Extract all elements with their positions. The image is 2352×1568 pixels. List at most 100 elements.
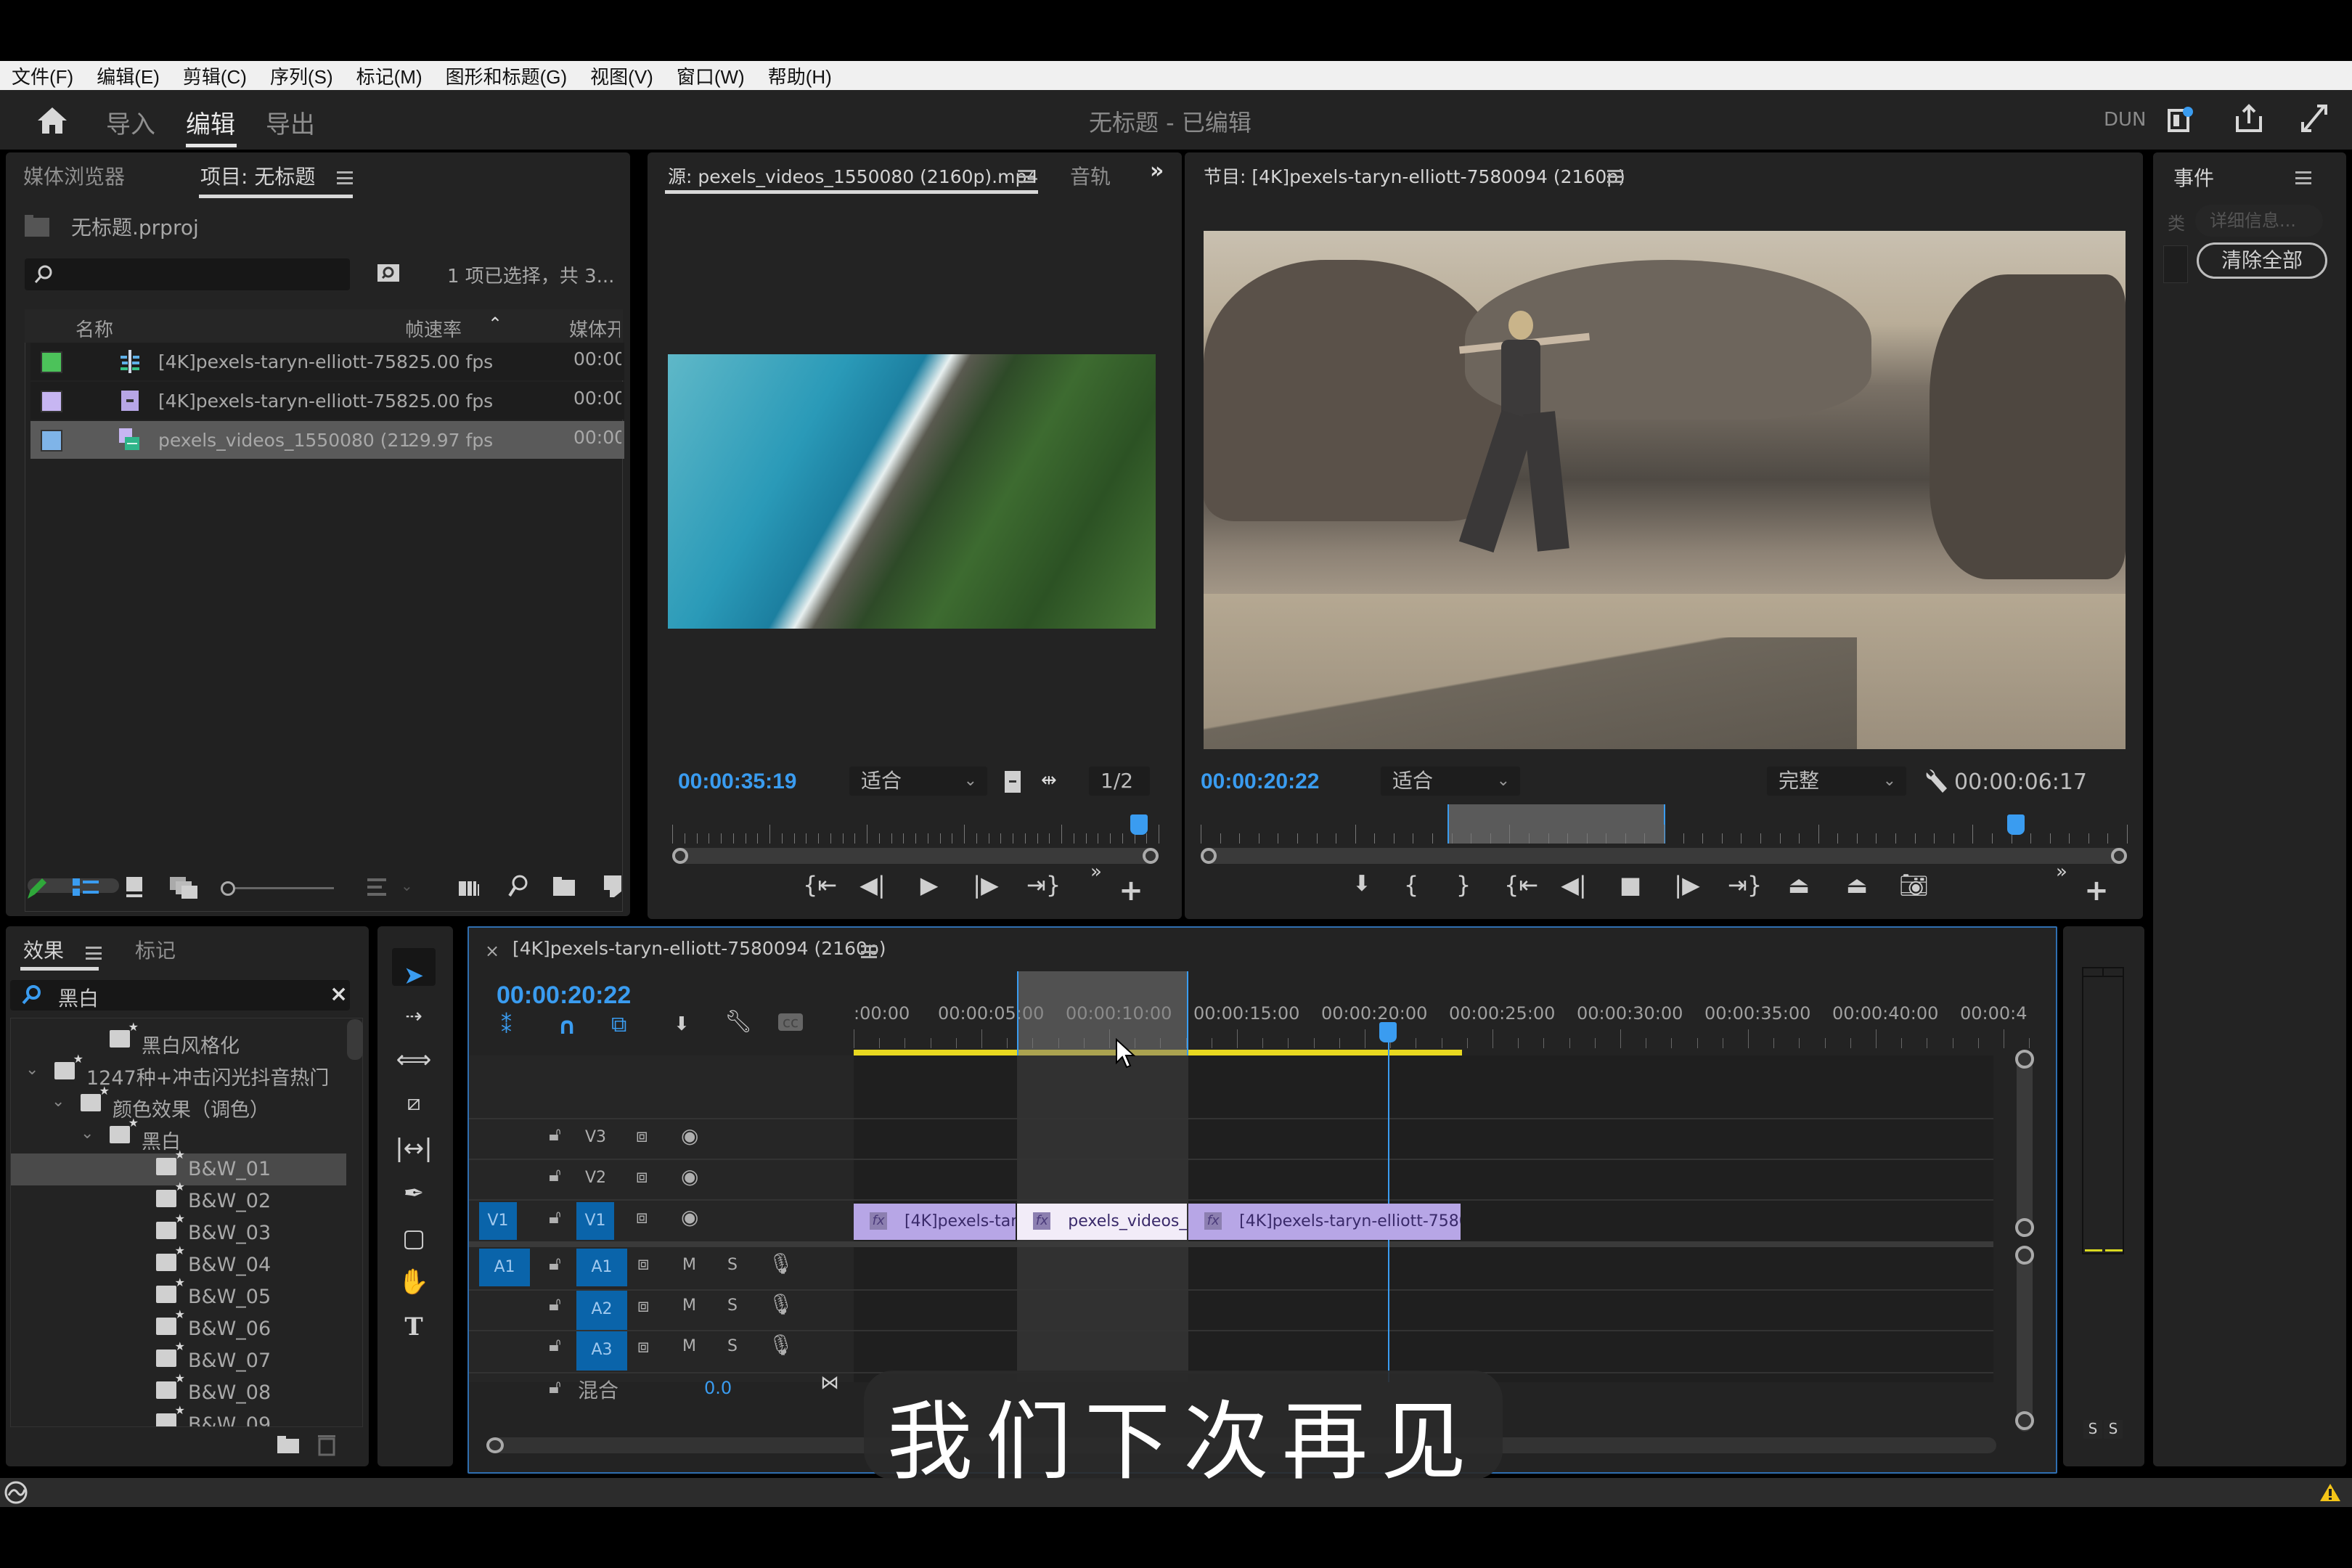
slip-tool-icon[interactable]: |↔| (392, 1130, 436, 1167)
sort-icons-icon[interactable] (366, 877, 388, 899)
lock-icon[interactable]: 🔓︎ (549, 1334, 561, 1357)
mix-bowtie-icon[interactable]: ⋈ (820, 1372, 839, 1394)
track-name[interactable]: V3 (585, 1128, 606, 1146)
scroll-handle-left[interactable] (486, 1437, 504, 1453)
step-back-button[interactable]: ◀| (1559, 871, 1588, 899)
lift-button[interactable]: ⏏ (1784, 871, 1813, 899)
type-tool-icon[interactable]: T (392, 1308, 436, 1346)
fx-badge-icon[interactable]: fx (1033, 1212, 1051, 1230)
label-color-swatch[interactable] (41, 391, 62, 412)
new-bin-icon[interactable] (552, 875, 576, 897)
extract-button[interactable]: ⏏ (1842, 871, 1871, 899)
zoom-slider-handle[interactable] (221, 881, 235, 896)
lock-icon[interactable]: 🔓︎ (549, 1376, 561, 1399)
clear-search-icon[interactable]: × (330, 981, 348, 1007)
effects-scrollbar[interactable] (347, 1019, 363, 1060)
settings-wrench-icon[interactable] (1924, 767, 1948, 796)
close-sequence-icon[interactable]: × (485, 941, 499, 961)
mark-in-button[interactable]: { (1397, 871, 1426, 899)
captions-icon[interactable]: cc (778, 1013, 803, 1031)
step-back-button[interactable]: ◀| (858, 871, 887, 899)
sync-lock-icon[interactable]: ⧈ (637, 1336, 650, 1358)
program-time-ruler[interactable] (1201, 819, 2128, 844)
automate-to-sequence-icon[interactable] (457, 877, 485, 899)
effects-search-input[interactable]: 黑白 × (10, 980, 350, 1010)
hand-tool-icon[interactable]: ✋ (392, 1263, 436, 1301)
menu-window[interactable]: 窗口(W) (677, 62, 745, 89)
clear-all-button[interactable]: 清除全部 (2197, 242, 2327, 279)
sort-dropdown-chevron-icon[interactable]: ⌄ (401, 877, 413, 894)
expand-chevron-icon[interactable]: ⌄ (25, 1061, 38, 1079)
lock-icon[interactable]: 🔓︎ (549, 1294, 561, 1316)
source-resolution-dropdown[interactable]: 1/2 (1089, 767, 1150, 796)
button-editor-plus-icon[interactable]: + (2082, 874, 2111, 907)
solo-button[interactable]: S (727, 1337, 738, 1355)
scroll-handle[interactable] (2015, 1246, 2034, 1265)
column-media-start[interactable]: 媒体开 (569, 315, 620, 342)
stop-button[interactable]: ■ (1616, 871, 1645, 899)
ripple-edit-tool-icon[interactable]: ⟺ (392, 1041, 436, 1079)
eye-icon[interactable]: ◉ (681, 1205, 698, 1229)
scroll-handle-right[interactable] (2111, 848, 2127, 864)
timeline-settings-wrench-icon[interactable]: 🔧︎ (724, 1009, 752, 1034)
scroll-handle[interactable] (2015, 1218, 2034, 1237)
tab-markers[interactable]: 标记 (135, 935, 176, 964)
program-playhead[interactable] (2006, 814, 2025, 835)
source-patch-a1[interactable]: A1 (479, 1249, 530, 1286)
source-timecode[interactable]: 00:00:35:19 (678, 769, 796, 794)
drag-audio-only-icon[interactable]: ⇹ (1041, 769, 1057, 791)
lock-icon[interactable]: 🔓︎ (549, 1164, 561, 1187)
scroll-handle-left[interactable] (672, 848, 688, 864)
tab-source[interactable]: 源: pexels_videos_1550080 (2160p).mp4 (668, 163, 1038, 189)
rectangle-tool-icon[interactable]: ▢ (392, 1220, 436, 1257)
effect-preset-item[interactable]: B&W_09 (11, 1403, 346, 1426)
linked-selection-icon[interactable]: ⧉ (611, 1012, 626, 1037)
source-time-ruler[interactable] (672, 819, 1159, 844)
add-marker-icon[interactable]: ⬇ (674, 1013, 690, 1035)
menu-sequence[interactable]: 序列(S) (270, 62, 333, 89)
sync-lock-icon[interactable]: ⧈ (637, 1295, 650, 1318)
solo-left-button[interactable]: S (2083, 1420, 2102, 1439)
mute-button[interactable]: M (682, 1256, 696, 1274)
selection-tool-icon[interactable]: ➤ (392, 957, 436, 995)
nest-toggle-icon[interactable]: ⁑ (501, 1013, 512, 1039)
source-patch-v1[interactable]: V1 (479, 1202, 517, 1240)
solo-right-button[interactable]: S (2104, 1420, 2123, 1439)
tab-media-browser[interactable]: 媒体浏览器 (23, 161, 125, 190)
solo-button[interactable]: S (727, 1297, 738, 1315)
panel-menu-icon[interactable] (861, 945, 877, 958)
drag-video-only-icon[interactable] (1003, 769, 1024, 794)
more-panels-icon[interactable]: » (1150, 158, 1164, 184)
effect-folder-item[interactable]: ⌄ 1247种+冲击闪光抖音热门 (11, 1052, 346, 1090)
menu-markers[interactable]: 标记(M) (356, 62, 422, 89)
timeline-playhead[interactable] (1379, 1022, 1397, 1042)
timeline-clip[interactable]: fx pexels_videos_1 (1017, 1204, 1188, 1240)
button-editor-plus-icon[interactable]: + (1116, 874, 1146, 907)
eye-icon[interactable]: ◉ (681, 1124, 698, 1148)
timeline-clip[interactable]: fx [4K]pexels-taryn (854, 1204, 1016, 1240)
microphone-icon[interactable]: 🎙︎ (768, 1333, 794, 1357)
go-to-out-button[interactable]: ⇥} (1026, 871, 1061, 899)
step-forward-button[interactable]: |▶ (971, 871, 1000, 899)
menu-graphics[interactable]: 图形和标题(G) (446, 62, 568, 89)
tab-export[interactable]: 导出 (266, 105, 315, 140)
step-forward-button[interactable]: |▶ (1673, 871, 1702, 899)
find-in-bin-icon[interactable] (376, 260, 402, 283)
warning-icon[interactable] (2319, 1482, 2342, 1503)
icon-view-icon[interactable] (123, 875, 145, 899)
tab-effects[interactable]: 效果 (23, 935, 64, 964)
project-row[interactable]: [4K]pexels-taryn-elliott-758 25.00 fps 0… (30, 343, 624, 380)
find-icon[interactable] (507, 874, 530, 900)
column-name[interactable]: 名称 (75, 315, 113, 342)
program-title[interactable]: 节目: [4K]pexels-taryn-elliott-7580094 (21… (1204, 163, 1625, 189)
project-row-selected[interactable]: pexels_videos_1550080 (21 29.97 fps 00:0… (30, 421, 624, 459)
effect-folder-item[interactable]: ⌄颜色效果（调色） (11, 1084, 346, 1122)
list-view-icon[interactable] (71, 875, 100, 899)
fullscreen-icon[interactable] (2300, 103, 2329, 134)
sort-ascending-icon[interactable]: ⌃ (488, 314, 502, 334)
menu-view[interactable]: 视图(V) (590, 62, 653, 89)
program-zoom-dropdown[interactable]: 适合 ⌄ (1381, 767, 1520, 796)
track-name[interactable]: V2 (585, 1169, 606, 1187)
mark-out-button[interactable]: } (1449, 871, 1478, 899)
new-item-icon[interactable] (603, 874, 623, 899)
